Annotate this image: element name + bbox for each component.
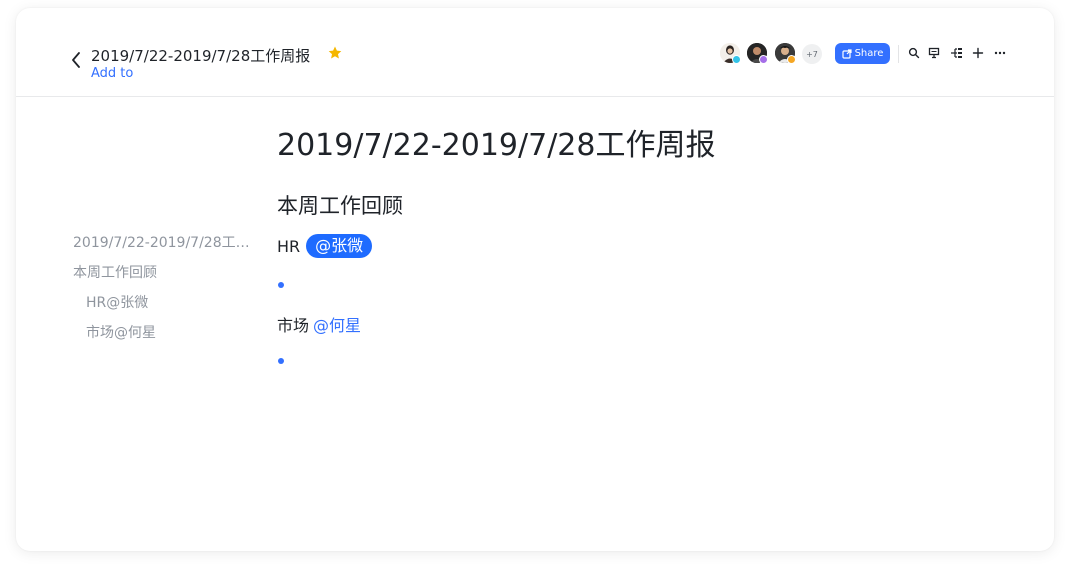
doc-title: 2019/7/22-2019/7/28工作周报 — [91, 47, 311, 65]
entry-label: 市场 — [277, 316, 310, 335]
document-window: 2019/7/22-2019/7/28工作周报 Add to +7 Share … — [16, 8, 1054, 551]
entry-label: HR — [277, 236, 301, 256]
present-button[interactable] — [926, 45, 942, 61]
share-button[interactable]: Share — [835, 43, 890, 64]
search-button[interactable] — [906, 45, 922, 61]
presentation-icon — [928, 47, 940, 59]
outline-button[interactable] — [948, 45, 964, 61]
mention-chip[interactable]: @张微 — [306, 234, 373, 258]
mention-link[interactable]: @何星 — [313, 312, 361, 336]
section-heading[interactable]: 本周工作回顾 — [277, 190, 403, 220]
entry-market[interactable]: 市场 @何星 — [277, 312, 361, 336]
outline-icon — [950, 48, 962, 58]
toolbar-divider — [898, 45, 899, 63]
outline-item-title[interactable]: 2019/7/22-2019/7/28工作周报 — [73, 232, 253, 262]
add-to-link[interactable]: Add to — [91, 66, 133, 81]
share-label: Share — [854, 48, 884, 59]
outline-panel: 2019/7/22-2019/7/28工作周报 本周工作回顾 HR@张微 市场@… — [73, 232, 253, 352]
more-button[interactable] — [992, 45, 1008, 61]
outline-item-section[interactable]: 本周工作回顾 — [73, 262, 253, 292]
avatar[interactable] — [775, 43, 796, 64]
star-icon[interactable] — [327, 45, 343, 61]
entry-hr[interactable]: HR @张微 — [277, 234, 373, 258]
bullet-point — [278, 282, 284, 288]
chevron-left-icon — [72, 52, 80, 68]
outline-item-market[interactable]: 市场@何星 — [73, 322, 253, 352]
page-title[interactable]: 2019/7/22-2019/7/28工作周报 — [277, 120, 715, 164]
avatar[interactable] — [720, 43, 741, 64]
outline-item-hr[interactable]: HR@张微 — [73, 292, 253, 322]
share-icon — [841, 48, 852, 59]
more-icon — [994, 51, 1006, 55]
avatar[interactable] — [747, 43, 768, 64]
plus-icon — [972, 47, 984, 59]
more-collaborators-badge[interactable]: +7 — [802, 44, 822, 64]
search-icon — [908, 47, 920, 59]
top-bar: 2019/7/22-2019/7/28工作周报 Add to +7 Share — [16, 8, 1054, 97]
add-button[interactable] — [970, 45, 986, 61]
back-button[interactable] — [68, 50, 84, 70]
bullet-point — [278, 358, 284, 364]
